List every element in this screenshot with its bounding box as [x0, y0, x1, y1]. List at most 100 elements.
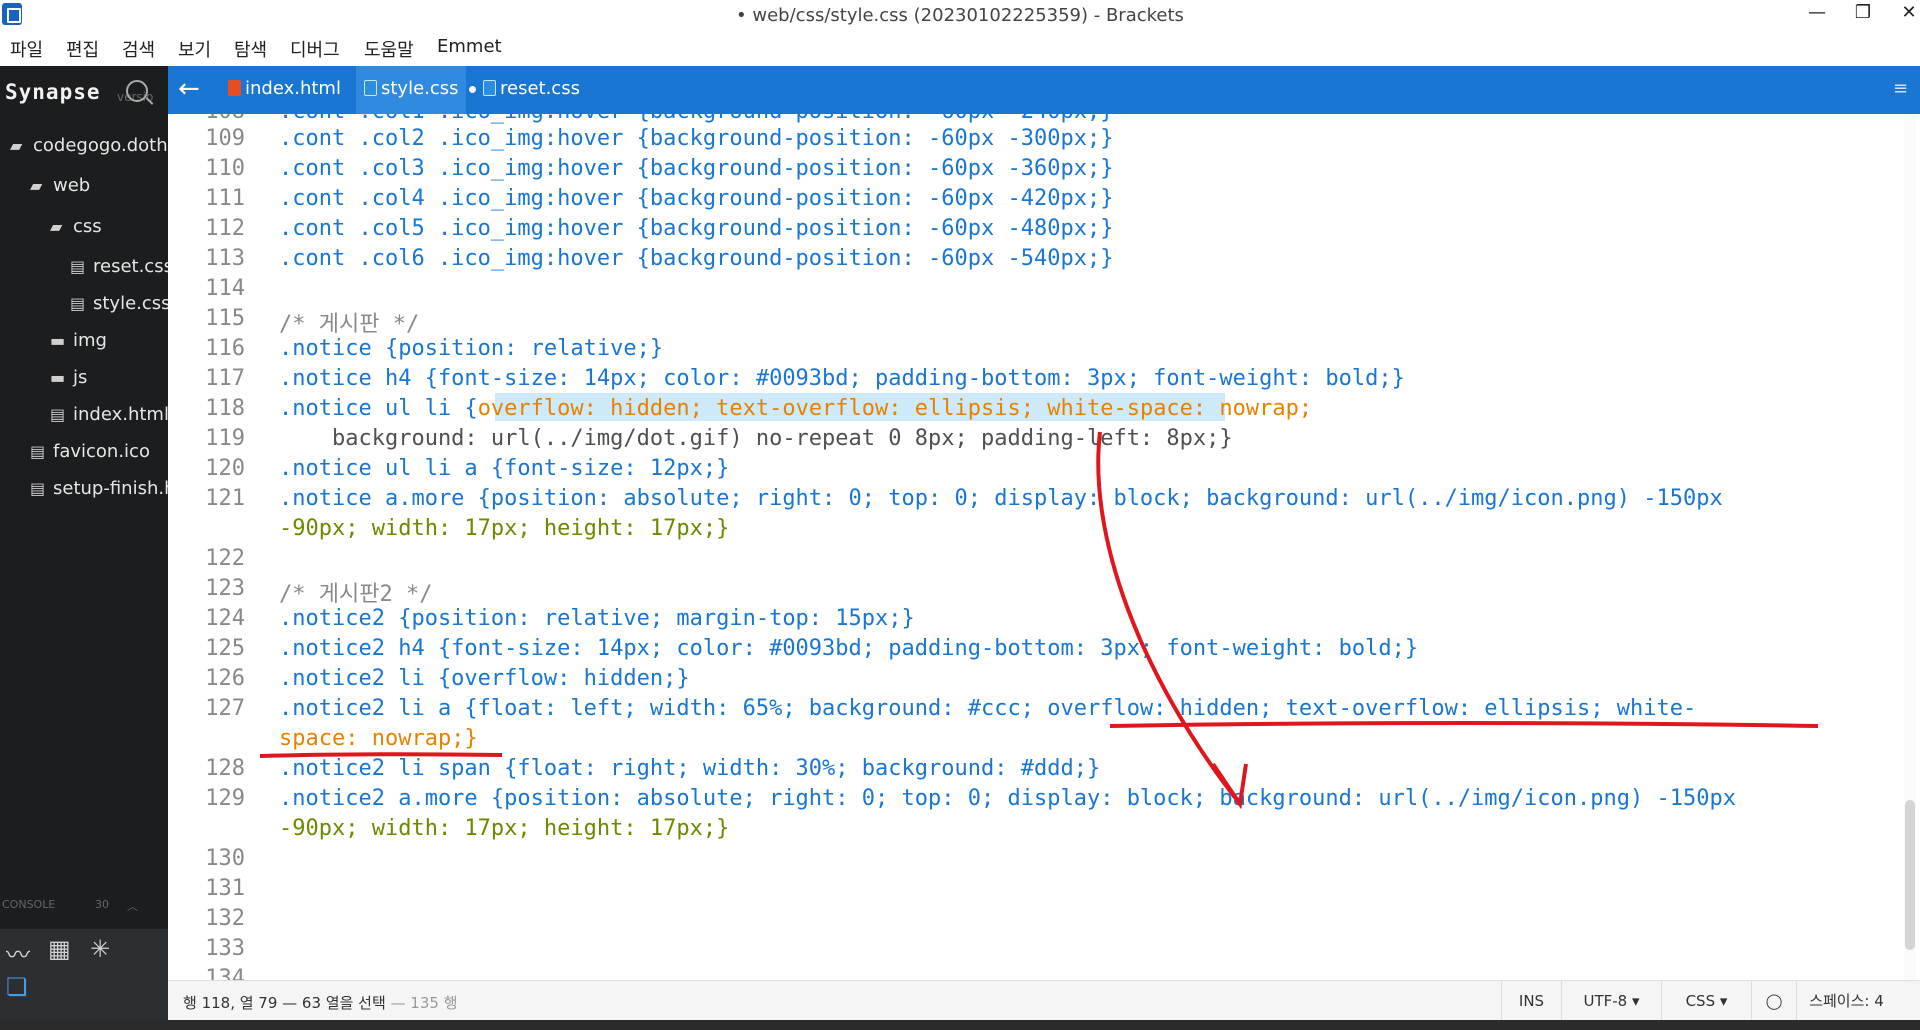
line-number: 123 [205, 576, 245, 601]
line-number: 114 [205, 276, 245, 301]
tree-item-favicon[interactable]: ▤ favicon.ico [30, 437, 168, 467]
insert-mode-toggle[interactable]: INS [1501, 981, 1561, 1021]
menu-emmet[interactable]: Emmet [437, 36, 502, 57]
tree-item-label: css [73, 216, 102, 237]
file-icon: ▤ [50, 405, 66, 424]
annotation-underline [1109, 721, 1819, 728]
code-editor[interactable]: 108 109 110 111 112 113 114 115 116 117 … [168, 114, 1920, 980]
line-number: 130 [205, 846, 245, 871]
code-line-wrap: -90px; width: 17px; height: 17px;} [279, 816, 730, 841]
tree-item-label: web [53, 175, 91, 196]
tree-item-style-css[interactable]: ▤ style.css [70, 289, 168, 319]
code-line: .notice {position: relative;} [279, 336, 664, 361]
synapse-header: Synapse versio [0, 66, 168, 114]
line-number: 124 [205, 606, 245, 631]
tree-item-js[interactable]: ▬ js [50, 363, 168, 393]
tree-item-label: reset.css [93, 256, 168, 277]
console-label: CONSOLE [2, 898, 56, 911]
code-line: .cont .col2 .ico_img:hover {background-p… [279, 126, 1114, 151]
tree-item-label: style.css [93, 293, 168, 314]
code-comment: /* 게시판2 */ [279, 582, 433, 607]
code-line-wrap: -90px; width: 17px; height: 17px;} [279, 516, 730, 541]
hamburger-menu-icon[interactable]: ≡ [1893, 78, 1908, 99]
code-line: background: url(../img/dot.gif) no-repea… [279, 426, 1233, 451]
menu-debug[interactable]: 디버그 [290, 36, 340, 62]
encoding-dropdown[interactable]: UTF-8 ▾ [1561, 981, 1661, 1021]
menu-edit[interactable]: 편집 [66, 36, 99, 62]
back-arrow-icon[interactable]: ← [178, 74, 200, 104]
code-line: .notice a.more {position: absolute; righ… [279, 486, 1723, 511]
line-number: 133 [205, 936, 245, 961]
briefcase-icon[interactable]: ▦ [48, 935, 71, 963]
title-bar: • web/css/style.css (20230102225359) - B… [0, 0, 1920, 30]
code-line: .cont .col6 .ico_img:hover {background-p… [279, 246, 1114, 271]
tree-item-web[interactable]: ▰ web [30, 171, 168, 201]
code-line: .notice h4 {font-size: 14px; color: #009… [279, 366, 1405, 391]
line-number: 122 [205, 546, 245, 571]
scrollbar-thumb[interactable] [1905, 800, 1915, 950]
extension-icon[interactable]: ❏ [6, 973, 28, 1001]
menu-search[interactable]: 검색 [122, 36, 155, 62]
folder-open-icon: ▰ [50, 217, 63, 236]
line-number: 127 [205, 696, 245, 721]
tree-item-css[interactable]: ▰ css [50, 212, 168, 242]
linter-status-icon[interactable]: ◯ [1751, 981, 1796, 1021]
code-line: .cont .col5 .ico_img:hover {background-p… [279, 216, 1114, 241]
code-comment: /* 게시판 */ [279, 312, 420, 337]
tree-item-root[interactable]: ▰ codegogo.dothome.co.kr [10, 131, 168, 161]
close-button[interactable]: ✕ [1886, 0, 1920, 30]
tree-item-label: index.html [73, 404, 168, 425]
line-number: 110 [205, 156, 245, 181]
line-number: 132 [205, 906, 245, 931]
chevron-up-icon[interactable]: ︿ [127, 898, 138, 914]
line-number: 131 [205, 876, 245, 901]
code-line: .cont .col4 .ico_img:hover {background-p… [279, 186, 1114, 211]
tree-item-img[interactable]: ▬ img [50, 326, 168, 356]
menu-help[interactable]: 도움말 [364, 36, 414, 62]
css3-icon [483, 80, 496, 96]
code-line: .cont .col1 .ico_img:hover {background-p… [279, 114, 1113, 124]
tree-item-label: setup-finish.html [53, 478, 168, 499]
annotation-overlay [259, 431, 1819, 810]
minimize-button[interactable]: — [1794, 0, 1840, 30]
tab-style-css[interactable]: style.css [356, 66, 476, 114]
menu-navigate[interactable]: 탐색 [234, 36, 267, 62]
console-bar[interactable]: CONSOLE 30 ︿ [0, 892, 168, 918]
chart-line-icon[interactable]: 〰 [6, 935, 30, 970]
search-icon[interactable] [126, 80, 148, 102]
tree-item-reset-css[interactable]: ▤ reset.css [70, 252, 168, 282]
indent-setting[interactable]: 스페이스: 4 [1796, 981, 1896, 1021]
magic-wand-icon[interactable]: ✳ [90, 935, 110, 963]
line-number: 109 [205, 126, 245, 151]
code-line: .cont .col3 .ico_img:hover {background-p… [279, 156, 1114, 181]
file-icon: ▤ [30, 442, 46, 461]
line-number: 121 [205, 486, 245, 511]
code-line: .notice2 a.more {position: absolute; rig… [279, 786, 1736, 811]
folder-open-icon: ▰ [10, 136, 23, 155]
sidebar-tools: 〰 ▦ ✳ ❏ [0, 929, 168, 1029]
line-number: 119 [205, 426, 245, 451]
line-number: 115 [205, 306, 245, 331]
line-number: 126 [205, 666, 245, 691]
language-dropdown[interactable]: CSS ▾ [1661, 981, 1751, 1021]
line-number: 111 [205, 186, 245, 211]
menu-file[interactable]: 파일 [10, 36, 43, 62]
folder-icon: ▬ [50, 331, 66, 350]
tree-item-index-html[interactable]: ▤ index.html [50, 400, 168, 430]
tab-reset-css[interactable]: reset.css [473, 66, 583, 114]
code-line: .notice2 li span {float: right; width: 3… [279, 756, 1101, 781]
selected-code: overflow: hidden; text-overflow: ellipsi… [477, 396, 1313, 421]
tree-item-setup-finish[interactable]: ▤ setup-finish.html [30, 474, 168, 504]
menu-view[interactable]: 보기 [178, 36, 211, 62]
restore-button[interactable]: ❐ [1840, 0, 1886, 30]
sidebar: Synapse versio ▰ codegogo.dothome.co.kr ▰… [0, 66, 168, 1030]
tree-item-label: js [73, 367, 88, 388]
file-icon: ▤ [70, 257, 86, 276]
line-number: 134 [205, 966, 245, 980]
line-number: 117 [205, 366, 245, 391]
line-number: 112 [205, 216, 245, 241]
folder-icon: ▬ [50, 368, 66, 387]
code-line: .notice ul li {overflow: hidden; text-ov… [279, 396, 1312, 421]
tab-index-html[interactable]: index.html [218, 66, 356, 114]
taskbar-strip [0, 1020, 1920, 1030]
